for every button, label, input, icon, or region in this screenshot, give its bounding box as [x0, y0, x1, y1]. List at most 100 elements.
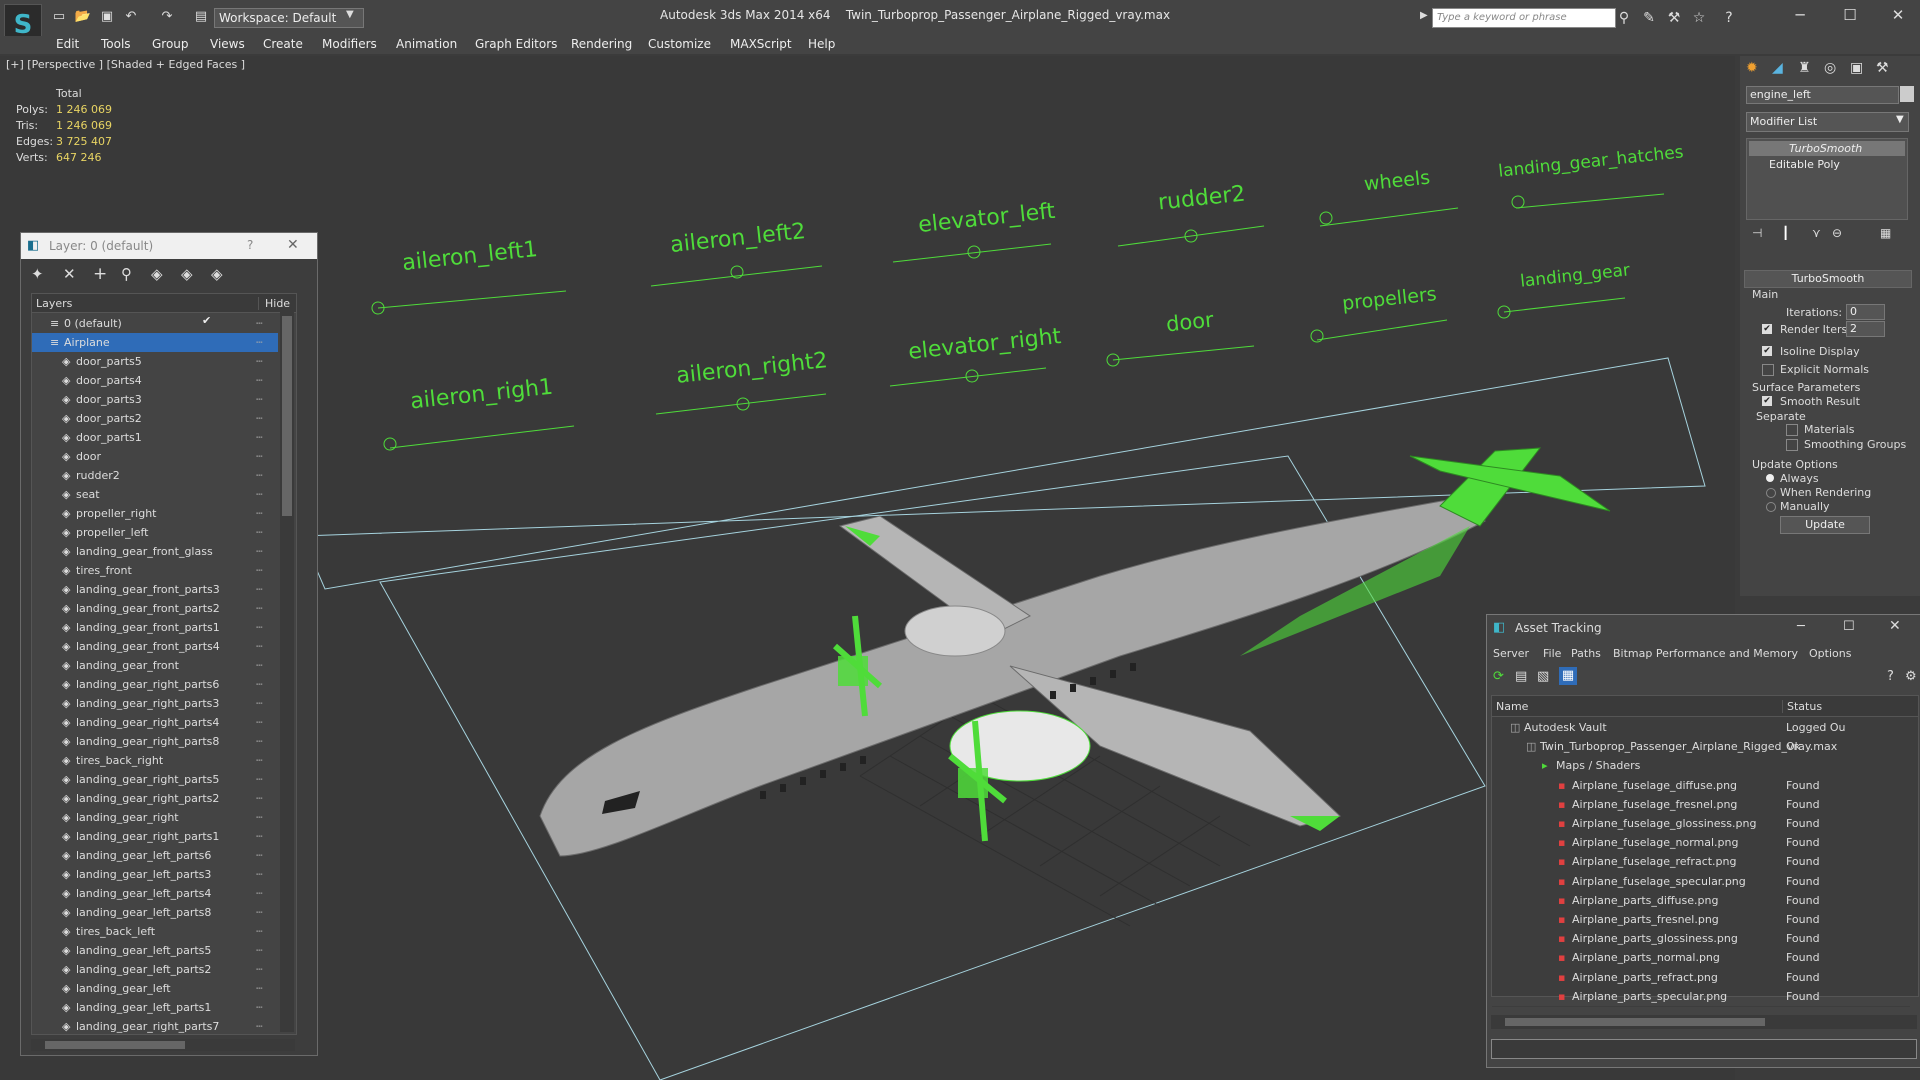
hide-toggle-icon[interactable]: ┄ [256, 865, 263, 884]
modifier-list-dropdown[interactable]: Modifier List [1746, 112, 1909, 132]
hide-toggle-icon[interactable]: ┄ [256, 732, 263, 751]
layer-dialog-close-button[interactable]: ✕ [287, 237, 299, 253]
asset-menu-options[interactable]: Options [1809, 647, 1851, 660]
hide-toggle-icon[interactable]: ┄ [256, 409, 263, 428]
layer-row[interactable]: ◈ landing_gear_left_parts1 ┄ [32, 998, 278, 1017]
hide-toggle-icon[interactable]: ┄ [256, 656, 263, 675]
hide-toggle-icon[interactable]: ┄ [256, 941, 263, 960]
search-expand-icon[interactable]: ▶ [1420, 10, 1428, 21]
help-icon[interactable]: ? [1720, 9, 1738, 27]
layer-row[interactable]: ◈ landing_gear_left_parts6 ┄ [32, 846, 278, 865]
table-view-icon[interactable]: ▦ [1559, 667, 1577, 685]
search-input[interactable]: Type a keyword or phrase [1432, 8, 1616, 28]
asset-menu-file[interactable]: File [1543, 647, 1561, 660]
configure-modifier-sets-icon[interactable]: ▦ [1880, 226, 1891, 240]
menu-customize[interactable]: Customize [648, 37, 711, 51]
asset-menu-paths[interactable]: Paths [1571, 647, 1601, 660]
hide-toggle-icon[interactable]: ┄ [256, 542, 263, 561]
materials-checkbox[interactable] [1786, 424, 1798, 436]
asset-row[interactable]: ▪ Airplane_parts_specular.png Found [1492, 987, 1910, 1007]
layer-row[interactable]: ◈ landing_gear_front_parts3 ┄ [32, 580, 278, 599]
layer-list-hscrollbar[interactable] [31, 1039, 295, 1051]
hide-toggle-icon[interactable]: ┄ [256, 922, 263, 941]
minimize-button[interactable]: ─ [1780, 4, 1820, 26]
hide-toggle-icon[interactable]: ┄ [256, 504, 263, 523]
asset-row[interactable]: ◫ Autodesk Vault Logged Ou [1492, 718, 1910, 738]
menu-views[interactable]: Views [210, 37, 245, 51]
asset-minimize-button[interactable]: ─ [1797, 619, 1805, 634]
highlight-layer-icon[interactable]: ◈ [151, 265, 163, 283]
layer-row[interactable]: ◈ tires_back_right ┄ [32, 751, 278, 770]
project-folder-icon[interactable]: ▤ [192, 9, 210, 25]
hide-toggle-icon[interactable]: ┄ [256, 808, 263, 827]
menu-maxscript[interactable]: MAXScript [730, 37, 792, 51]
render-iters-spinner[interactable]: 2 [1846, 321, 1885, 337]
hide-toggle-icon[interactable]: ┄ [256, 713, 263, 732]
layer-row[interactable]: ◈ landing_gear_left_parts3 ┄ [32, 865, 278, 884]
layer-row[interactable]: ◈ rudder2 ┄ [32, 466, 278, 485]
hide-toggle-icon[interactable]: ┄ [256, 846, 263, 865]
hide-toggle-icon[interactable]: ┄ [256, 523, 263, 542]
asset-maximize-button[interactable]: ☐ [1843, 619, 1855, 634]
menu-graph-editors[interactable]: Graph Editors [475, 37, 557, 51]
viewport-label[interactable]: [+] [Perspective ] [Shaded + Edged Faces… [6, 58, 245, 71]
asset-row[interactable]: ▪ Airplane_parts_normal.png Found [1492, 948, 1910, 969]
asset-row[interactable]: ▪ Airplane_fuselage_glossiness.png Found [1492, 814, 1910, 834]
layer-row[interactable]: ◈ seat ┄ [32, 485, 278, 504]
manually-radio[interactable] [1766, 502, 1776, 512]
menu-animation[interactable]: Animation [396, 37, 457, 51]
hide-toggle-icon[interactable]: ┄ [256, 770, 263, 789]
hide-toggle-icon[interactable]: ┄ [256, 789, 263, 808]
hide-all-layers-icon[interactable]: ◈ [181, 265, 193, 283]
menu-group[interactable]: Group [152, 37, 189, 51]
save-file-icon[interactable]: ▣ [98, 9, 116, 25]
hide-toggle-icon[interactable]: ┄ [256, 352, 263, 371]
asset-row[interactable]: ▪ Airplane_fuselage_fresnel.png Found [1492, 795, 1910, 815]
column-name[interactable]: Name [1496, 700, 1528, 713]
layer-row[interactable]: ◈ door_parts5 ┄ [32, 352, 278, 371]
list-view-icon[interactable]: ▤ [1515, 669, 1527, 684]
workspace-dropdown[interactable]: Workspace: Default [214, 8, 364, 28]
hide-toggle-icon[interactable]: ┄ [256, 998, 263, 1017]
layer-row[interactable]: ◈ landing_gear_left_parts5 ┄ [32, 941, 278, 960]
turbosmooth-rollout-header[interactable]: TurboSmooth [1744, 270, 1912, 288]
hide-toggle-icon[interactable]: ┄ [256, 884, 263, 903]
asset-titlebar[interactable]: ◧ Asset Tracking ─ ☐ ✕ [1487, 615, 1920, 641]
menu-modifiers[interactable]: Modifiers [322, 37, 377, 51]
undo-icon[interactable]: ↶ [122, 9, 140, 25]
render-iters-checkbox[interactable]: ✔ [1762, 324, 1772, 334]
freeze-all-layers-icon[interactable]: ◈ [211, 265, 223, 283]
chevron-down-icon[interactable]: ▼ [1896, 114, 1904, 125]
layer-row[interactable]: ◈ landing_gear_front_glass ┄ [32, 542, 278, 561]
show-end-result-icon[interactable]: ┃ [1782, 226, 1789, 240]
asset-menu-server[interactable]: Server [1493, 647, 1529, 660]
hide-toggle-icon[interactable]: ┄ [256, 333, 263, 352]
utilities-tab-icon[interactable]: ⚒ [1876, 60, 1889, 76]
hide-toggle-icon[interactable]: ┄ [256, 827, 263, 846]
layer-row[interactable]: ◈ landing_gear_left_parts2 ┄ [32, 960, 278, 979]
object-color-swatch[interactable] [1900, 86, 1914, 102]
layer-row[interactable]: ◈ landing_gear_front ┄ [32, 656, 278, 675]
hide-toggle-icon[interactable]: ┄ [256, 371, 263, 390]
layer-row[interactable]: ◈ landing_gear_right_parts5 ┄ [32, 770, 278, 789]
layer-row[interactable]: ◈ landing_gear_left ┄ [32, 979, 278, 998]
layer-row[interactable]: ≡ 0 (default) ┄ [32, 314, 278, 333]
layer-row[interactable]: ≡ Airplane ┄ [32, 333, 278, 352]
layer-row[interactable]: ◈ landing_gear_right_parts1 ┄ [32, 827, 278, 846]
layer-row[interactable]: ◈ door ┄ [32, 447, 278, 466]
hide-toggle-icon[interactable]: ┄ [256, 979, 263, 998]
hide-toggle-icon[interactable]: ┄ [256, 314, 263, 333]
close-button[interactable]: ✕ [1878, 4, 1918, 26]
thumbnail-view-icon[interactable]: ▧ [1537, 669, 1549, 684]
when-rendering-radio[interactable] [1766, 488, 1776, 498]
select-objects-icon[interactable]: ⚲ [121, 265, 132, 283]
open-file-icon[interactable]: 📂 [74, 9, 92, 25]
layer-row[interactable]: ◈ landing_gear_right_parts6 ┄ [32, 675, 278, 694]
asset-help-icon[interactable]: ? [1887, 669, 1894, 684]
asset-close-button[interactable]: ✕ [1889, 618, 1901, 634]
create-layer-icon[interactable]: ✦ [31, 265, 44, 283]
chevron-down-icon[interactable]: ▼ [346, 9, 354, 20]
asset-settings-icon[interactable]: ⚙ [1905, 669, 1917, 684]
asset-row[interactable]: ▪ Airplane_fuselage_refract.png Found [1492, 852, 1910, 873]
layer-row[interactable]: ◈ door_parts1 ┄ [32, 428, 278, 447]
